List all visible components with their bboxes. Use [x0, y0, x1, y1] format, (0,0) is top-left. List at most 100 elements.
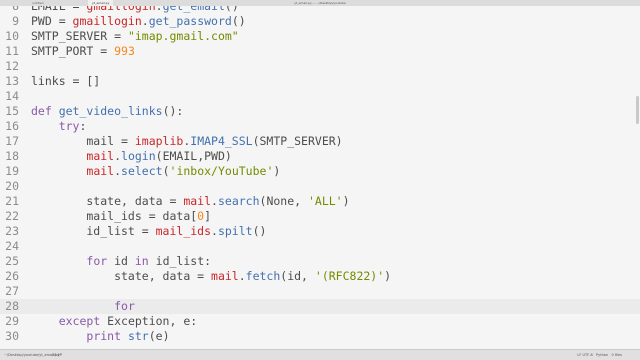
code-token: . [238, 269, 246, 283]
code-text[interactable]: try: [31, 119, 87, 134]
code-token: . [141, 14, 149, 28]
code-token: . [114, 149, 122, 163]
code-line[interactable]: 13 links = [] [0, 74, 640, 89]
code-token: ) [342, 194, 350, 208]
code-text[interactable]: mail.login(EMAIL,PWD) [31, 149, 231, 164]
code-token: fetch [245, 269, 281, 283]
code-token: SMTP_SERVER = [31, 29, 128, 43]
code-token: . [155, 6, 163, 13]
code-token: (SMTP_SERVER) [252, 134, 343, 148]
code-token: for [86, 254, 108, 268]
code-line[interactable]: 12 [0, 59, 640, 74]
code-text[interactable]: except Exception, e: [31, 314, 197, 329]
code-token: Exception, e: [100, 314, 198, 328]
code-line[interactable]: 27 [0, 284, 640, 299]
code-line[interactable]: 17 mail = imaplib.IMAP4_SSL(SMTP_SERVER) [0, 134, 640, 149]
line-number: 29 [5, 314, 19, 328]
line-number: 11 [5, 44, 19, 58]
code-token: in [134, 254, 149, 268]
code-token: gmaillogin [72, 14, 142, 28]
code-line[interactable]: 16 try: [0, 119, 640, 134]
code-token: mail [86, 164, 115, 178]
code-token: mail [86, 149, 115, 163]
code-token: 'ALL' [307, 194, 343, 208]
code-text[interactable]: mail.select('inbox/YouTube') [31, 164, 280, 179]
code-line[interactable]: 9 PWD = gmaillogin.get_password() [0, 14, 640, 29]
status-encoding[interactable]: LF UTF-8 [577, 353, 592, 357]
code-token: '(RFC822)' [314, 269, 385, 283]
code-token: login [121, 149, 156, 163]
code-token: state, data = [31, 269, 212, 283]
code-line[interactable]: 18 mail.login(EMAIL,PWD) [0, 149, 640, 164]
code-text[interactable]: state, data = mail.search(None, 'ALL') [31, 194, 350, 209]
line-number: 9 [12, 14, 19, 28]
code-token: ( [162, 164, 170, 178]
code-line[interactable]: 19 mail.select('inbox/YouTube') [0, 164, 640, 179]
code-text[interactable]: state, data = mail.fetch(id, '(RFC822)') [31, 269, 391, 284]
code-token: EMAIL = [31, 6, 87, 13]
code-token: id_list: [148, 254, 212, 268]
code-text[interactable]: EMAIL = gmaillogin.get_email() [31, 6, 239, 14]
line-number: 19 [5, 164, 19, 178]
code-text[interactable]: PWD = gmaillogin.get_password() [31, 14, 246, 29]
code-line[interactable]: 8 EMAIL = gmaillogin.get_email() [0, 6, 640, 14]
code-token: SMTP_PORT = [31, 44, 115, 58]
code-editor[interactable]: 8 EMAIL = gmaillogin.get_email() 9 PWD = gm… [0, 6, 640, 349]
line-number: 16 [5, 119, 19, 133]
code-token: "imap.gmail.com" [127, 29, 239, 43]
status-info[interactable]: 0 files [612, 353, 623, 357]
status-language[interactable]: Python [596, 353, 608, 357]
code-line[interactable]: 24 [0, 239, 640, 254]
code-line[interactable]: 30 print str(e) [0, 329, 640, 344]
code-line[interactable]: 25 for id in id_list: [0, 254, 640, 269]
line-number: 12 [5, 59, 19, 73]
code-text[interactable]: mail = imaplib.IMAP4_SSL(SMTP_SERVER) [31, 134, 343, 149]
code-token: get_password [148, 14, 232, 28]
code-token: ] [204, 209, 212, 223]
code-text[interactable]: for id in id_list: [31, 254, 211, 269]
code-token: : [79, 119, 87, 133]
code-token: (None, [259, 194, 308, 208]
code-line[interactable]: 14 [0, 89, 640, 104]
code-line[interactable]: 26 state, data = mail.fetch(id, '(RFC822… [0, 269, 640, 284]
code-token: () [252, 224, 267, 238]
code-text[interactable]: SMTP_PORT = 993 [31, 44, 135, 59]
status-cursor-position[interactable]: 28:17 [52, 350, 62, 360]
code-line[interactable]: 23 id_list = mail_ids.spilt() [0, 224, 640, 239]
line-number: 13 [5, 74, 19, 88]
code-token: ) [273, 164, 281, 178]
code-line[interactable]: 29 except Exception, e: [0, 314, 640, 329]
code-token: id [107, 254, 135, 268]
code-token: get_video_links [58, 104, 163, 118]
code-text[interactable]: def get_video_links(): [31, 104, 183, 119]
line-number: 17 [5, 134, 19, 148]
code-text[interactable]: links = [] [31, 74, 100, 89]
code-line[interactable]: 15 def get_video_links(): [0, 104, 640, 119]
code-line[interactable]: 21 state, data = mail.search(None, 'ALL'… [0, 194, 640, 209]
code-line[interactable]: 10 SMTP_SERVER = "imap.gmail.com" [0, 29, 640, 44]
code-token: for [114, 299, 135, 313]
line-number: 28 [5, 299, 19, 313]
code-text[interactable]: print str(e) [31, 329, 169, 344]
code-token: mail_ids [155, 224, 212, 238]
code-token: str [127, 329, 149, 343]
line-number: 26 [5, 269, 19, 283]
code-line[interactable]: 28 for [0, 299, 640, 314]
code-line[interactable]: 22 mail_ids = data[0] [0, 209, 640, 224]
line-number: 23 [5, 224, 19, 238]
code-text[interactable]: SMTP_SERVER = "imap.gmail.com" [31, 29, 239, 44]
code-text[interactable]: mail_ids = data[0] [31, 209, 211, 224]
code-text[interactable]: for [31, 299, 135, 314]
code-token: 993 [114, 44, 135, 58]
code-token: def [31, 104, 59, 118]
code-text[interactable]: id_list = mail_ids.spilt() [31, 224, 266, 239]
code-line[interactable]: 11 SMTP_PORT = 993 [0, 44, 640, 59]
line-number: 25 [5, 254, 19, 268]
code-token: mail [183, 194, 212, 208]
line-number: 30 [5, 329, 19, 343]
code-line[interactable]: 20 [0, 179, 640, 194]
